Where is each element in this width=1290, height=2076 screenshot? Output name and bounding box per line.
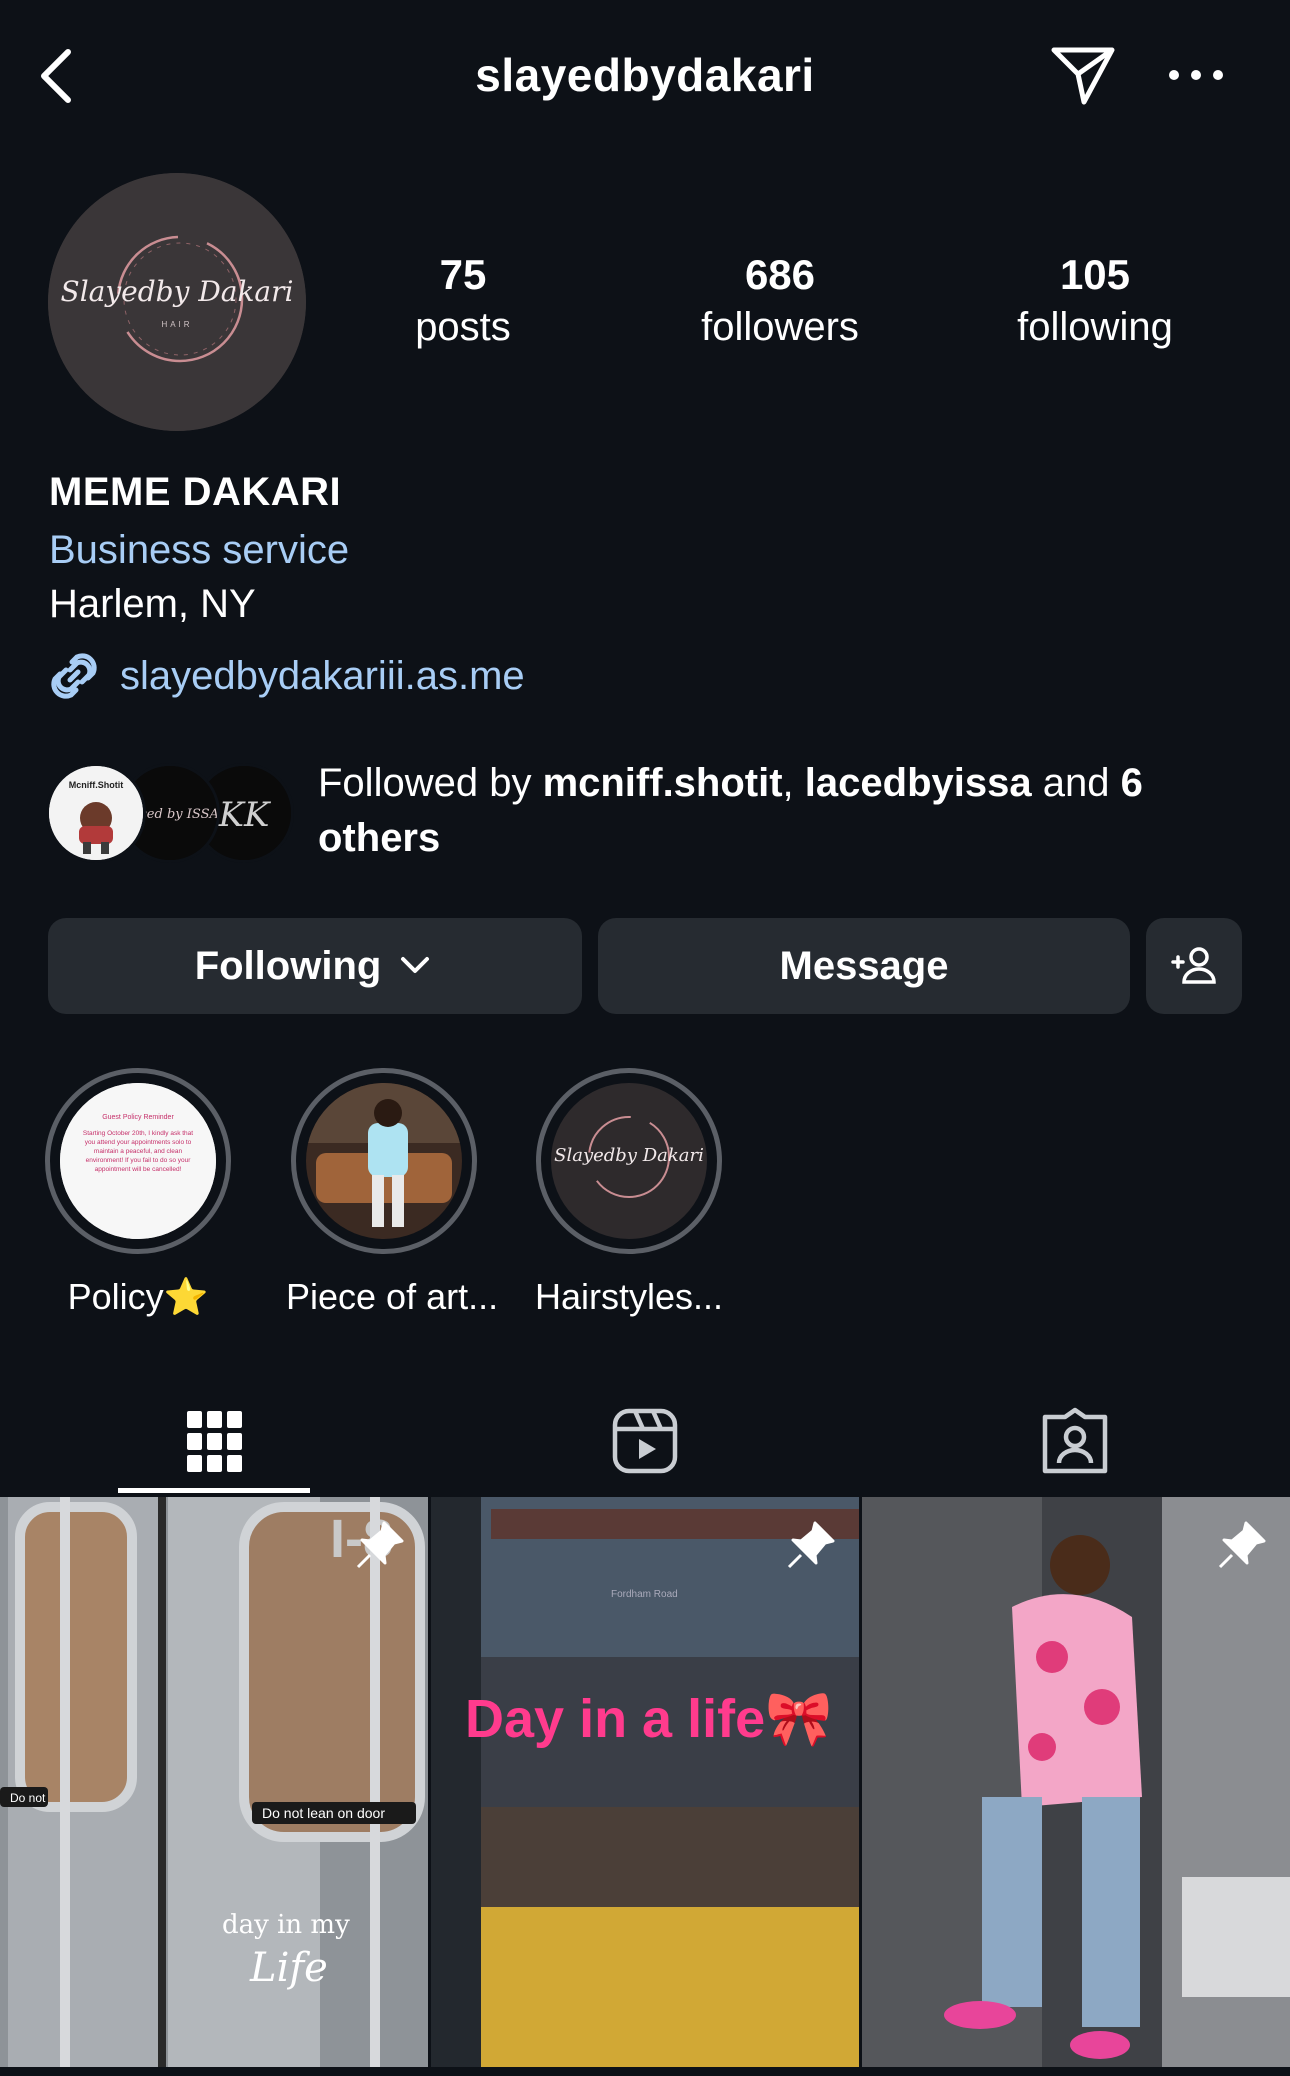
svg-text:Life: Life [249, 1945, 328, 1991]
chevron-down-icon [401, 957, 430, 973]
post-tile[interactable]: Fordham Road Day in a life🎀 [431, 1497, 859, 2067]
message-button[interactable]: Message [598, 918, 1130, 1014]
svg-text:Do not: Do not [10, 1791, 46, 1805]
mutual-followers-avatars[interactable]: Mcniff.Shotit Laced by ISSA KK [46, 763, 296, 863]
tab-posts-grid[interactable] [0, 1388, 430, 1494]
svg-text:Do not lean on door: Do not lean on door [262, 1805, 385, 1821]
following-button[interactable]: Following [48, 918, 582, 1014]
svg-text:Fordham Road: Fordham Road [611, 1589, 678, 1600]
more-options-button[interactable] [1166, 60, 1226, 90]
pin-icon [1218, 1521, 1266, 1569]
tab-reels[interactable] [430, 1388, 860, 1494]
svg-text:day in my: day in my [222, 1910, 350, 1940]
message-label: Message [779, 943, 949, 988]
highlight-piece-of-art[interactable]: Piece of art... [286, 1068, 499, 1318]
profile-location: Harlem, NY [49, 582, 256, 626]
svg-text:Slayedby Dakari: Slayedby Dakari [61, 275, 294, 308]
stat-label: followers [701, 305, 859, 349]
highlight-ring: Slayedby Dakari [536, 1068, 722, 1254]
following-label: Following [194, 943, 382, 988]
mutual-username[interactable]: lacedbyissa [805, 761, 1032, 805]
post-image: Fordham Road Day in a life🎀 [431, 1497, 859, 2067]
highlight-hairstyles[interactable]: Slayedby Dakari Hairstyles... [531, 1068, 727, 1318]
link-icon [51, 653, 97, 699]
profile-category[interactable]: Business service [49, 528, 349, 573]
followers-count[interactable]: 686 followers [660, 248, 900, 352]
profile-avatar[interactable]: Slayedby Dakari HAIR [48, 173, 306, 431]
highlight-ring [291, 1068, 477, 1254]
post-image: I-8 Do not Do not lean on door day in my… [0, 1497, 428, 2067]
send-icon [1051, 47, 1115, 105]
pin-icon [787, 1521, 835, 1569]
highlight-policy[interactable]: Guest Policy Reminder Starting October 2… [40, 1068, 236, 1318]
highlight-label: Piece of art... [286, 1276, 499, 1317]
stat-label: posts [415, 305, 511, 349]
highlight-label: Policy⭐ [67, 1276, 209, 1317]
svg-text:Day in a life🎀: Day in a life🎀 [465, 1689, 832, 1749]
profile-name: MEME DAKARI [49, 470, 342, 514]
following-count[interactable]: 105 following [975, 248, 1215, 352]
active-tab-indicator [118, 1488, 310, 1493]
tagged-person-icon [1042, 1407, 1108, 1474]
brand-logo: Slayedby Dakari HAIR [48, 173, 306, 431]
post-tile[interactable] [862, 1497, 1290, 2067]
svg-text:KK: KK [218, 795, 272, 835]
link-text[interactable]: slayedbydakariii.as.me [120, 654, 525, 699]
pin-icon [356, 1521, 404, 1569]
stat-value: 686 [744, 251, 816, 298]
profile-link[interactable]: slayedbydakariii.as.me [46, 648, 525, 704]
highlight-ring: Guest Policy Reminder Starting October 2… [45, 1068, 231, 1254]
followed-by-text[interactable]: Followed by mcniff.shotit, lacedbyissa a… [318, 756, 1258, 866]
suggested-users-button[interactable] [1146, 918, 1242, 1014]
reels-icon [612, 1408, 678, 1474]
share-button[interactable] [1048, 42, 1118, 108]
stat-label: following [1017, 305, 1173, 349]
svg-text:HAIR: HAIR [161, 320, 192, 329]
highlight-thumbnail [306, 1083, 462, 1239]
post-tile[interactable]: I-8 Do not Do not lean on door day in my… [0, 1497, 428, 2067]
grid-icon [187, 1411, 242, 1472]
mutual-avatar: Mcniff.Shotit [46, 763, 146, 863]
highlight-thumbnail: Slayedby Dakari [551, 1083, 707, 1239]
mutual-username[interactable]: mcniff.shotit [543, 761, 783, 805]
posts-count[interactable]: 75 posts [343, 248, 583, 352]
stat-value: 75 [439, 251, 487, 298]
more-horizontal-icon [1169, 70, 1223, 80]
svg-text:Slayedby Dakari: Slayedby Dakari [554, 1145, 704, 1166]
svg-text:Mcniff.Shotit: Mcniff.Shotit [69, 780, 124, 790]
tab-tagged[interactable] [860, 1388, 1290, 1494]
stat-value: 105 [1059, 251, 1131, 298]
add-person-icon [1171, 947, 1216, 984]
svg-text:Guest Policy Reminder: Guest Policy Reminder [102, 1114, 174, 1121]
highlight-label: Hairstyles... [534, 1276, 724, 1317]
post-image [862, 1497, 1290, 2067]
highlight-thumbnail: Guest Policy Reminder Starting October 2… [60, 1083, 216, 1239]
